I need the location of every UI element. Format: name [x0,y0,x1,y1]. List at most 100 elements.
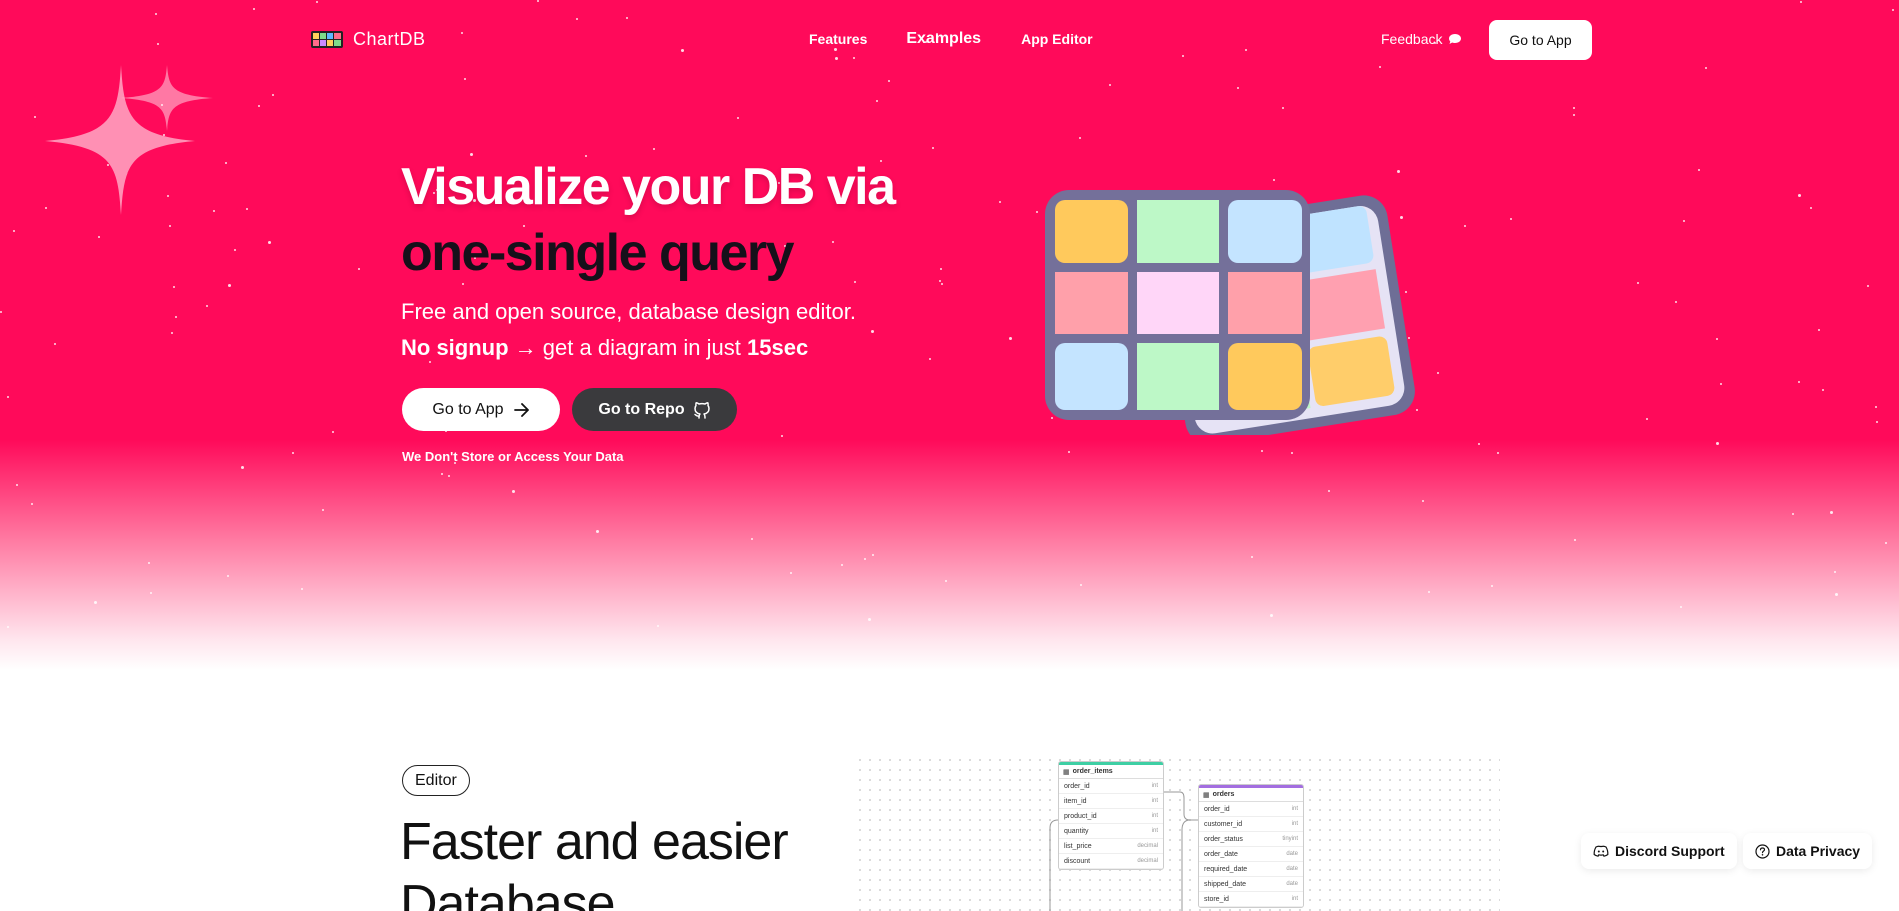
data-privacy-button[interactable]: Data Privacy [1743,833,1873,869]
privacy-note: We Don't Store or Access Your Data [402,449,624,464]
star-dot [1270,614,1273,617]
table-row[interactable]: product_id int [1059,809,1163,824]
star-dot [1675,301,1677,303]
star-dot [1683,220,1685,222]
table-row[interactable]: quantity int [1059,824,1163,839]
column-name: discount [1064,857,1091,865]
star-dot [225,162,227,164]
star-dot [1328,490,1330,492]
star-dot [653,148,655,150]
discord-support-label: Discord Support [1615,843,1725,859]
table-row[interactable]: required_date date [1199,862,1303,877]
star-dot [751,538,753,540]
star-dot [94,601,97,604]
star-dot [1079,137,1081,139]
star-dot [1497,452,1499,454]
feedback-link[interactable]: Feedback [1381,31,1462,47]
star-dot [1510,218,1512,220]
star-dot [929,358,931,360]
star-dot [34,116,36,118]
table-row[interactable]: order_id int [1059,779,1163,794]
data-privacy-label: Data Privacy [1776,843,1861,859]
star-dot [999,201,1001,203]
star-dot [1680,606,1682,608]
column-type: int [1151,828,1158,834]
nav-go-to-app-button[interactable]: Go to App [1489,20,1592,60]
arrow-right-icon [513,402,529,417]
star-dot [7,626,9,628]
star-dot [448,475,450,477]
star-dot [31,503,33,505]
brand-logo[interactable]: ChartDB [311,29,426,50]
hero-go-to-app-button[interactable]: Go to App [402,388,560,431]
column-type: int [1291,806,1298,812]
star-dot [941,283,943,285]
nav-link-features[interactable]: Features [809,31,867,47]
table-name: orders [1212,791,1235,798]
top-nav: ChartDB Features Examples App Editor Fee… [0,0,1899,80]
star-dot [1792,513,1794,515]
column-name: shipped_date [1204,880,1247,888]
column-name: order_date [1204,850,1238,858]
star-dot [1698,169,1700,171]
table-icon: ▦ [1203,791,1210,799]
star-dot [441,473,443,475]
discord-support-button[interactable]: Discord Support [1581,833,1737,869]
star-dot [1464,225,1466,227]
star-dot [0,311,2,313]
star-dot [1637,282,1639,284]
table-row[interactable]: order_status tinyint [1199,832,1303,847]
nav-link-app-editor[interactable]: App Editor [1021,31,1093,47]
star-dot [1876,421,1878,423]
tagline-no-signup: No signup [401,335,509,360]
star-dot [358,268,360,270]
table-grid-illustration [1045,190,1415,435]
star-dot [1885,542,1887,544]
star-dot [332,431,334,433]
brand-name: ChartDB [353,29,426,49]
diagram-table-orders[interactable]: ▦ orders order_id int customer_id int order_… [1198,784,1304,908]
star-dot [737,117,739,119]
table-row[interactable]: list_price decimal [1059,839,1163,854]
nav-link-examples[interactable]: Examples [906,30,981,48]
column-name: required_date [1204,865,1248,873]
star-dot [1009,337,1012,340]
star-dot [864,558,866,560]
star-dot [1835,593,1838,596]
hero-subtitle: Free and open source, database design ed… [401,299,856,324]
table-row[interactable]: discount decimal [1059,854,1163,869]
star-dot [1810,207,1812,209]
star-dot [1491,585,1493,587]
sparkle-icon [45,65,213,215]
column-type: decimal [1137,858,1158,864]
star-dot [246,208,248,210]
hero-go-to-repo-button[interactable]: Go to Repo [572,388,737,431]
table-row[interactable]: order_id int [1199,802,1303,817]
column-type: int [1151,798,1158,804]
diagram-table-order-items[interactable]: ▦ order_items order_id int item_id int produ… [1058,761,1164,870]
star-dot [1834,571,1836,573]
star-dot [1282,107,1284,109]
discord-icon [1593,845,1609,857]
star-dot [54,343,56,345]
editor-heading-line2: Database [400,875,616,911]
column-name: store_id [1204,895,1229,903]
table-row[interactable]: customer_id int [1199,817,1303,832]
star-dot [657,625,659,627]
column-type: int [1291,821,1298,827]
star-dot [171,332,173,334]
table-row[interactable]: shipped_date date [1199,877,1303,892]
table-row[interactable]: store_id int [1199,892,1303,907]
star-dot [16,484,18,486]
star-dot [234,249,236,251]
table-icon: ▦ [1063,768,1070,776]
hero-title: Visualize your DB via one-single query [401,154,896,286]
table-name: order_items [1072,768,1113,775]
table-row[interactable]: order_date date [1199,847,1303,862]
table-row[interactable]: item_id int [1059,794,1163,809]
column-type: int [1151,813,1158,819]
table-header: ▦ order_items [1059,765,1163,779]
hero-section: ChartDB Features Examples App Editor Fee… [0,0,1899,670]
star-dot [175,316,177,318]
column-type: date [1286,851,1298,857]
